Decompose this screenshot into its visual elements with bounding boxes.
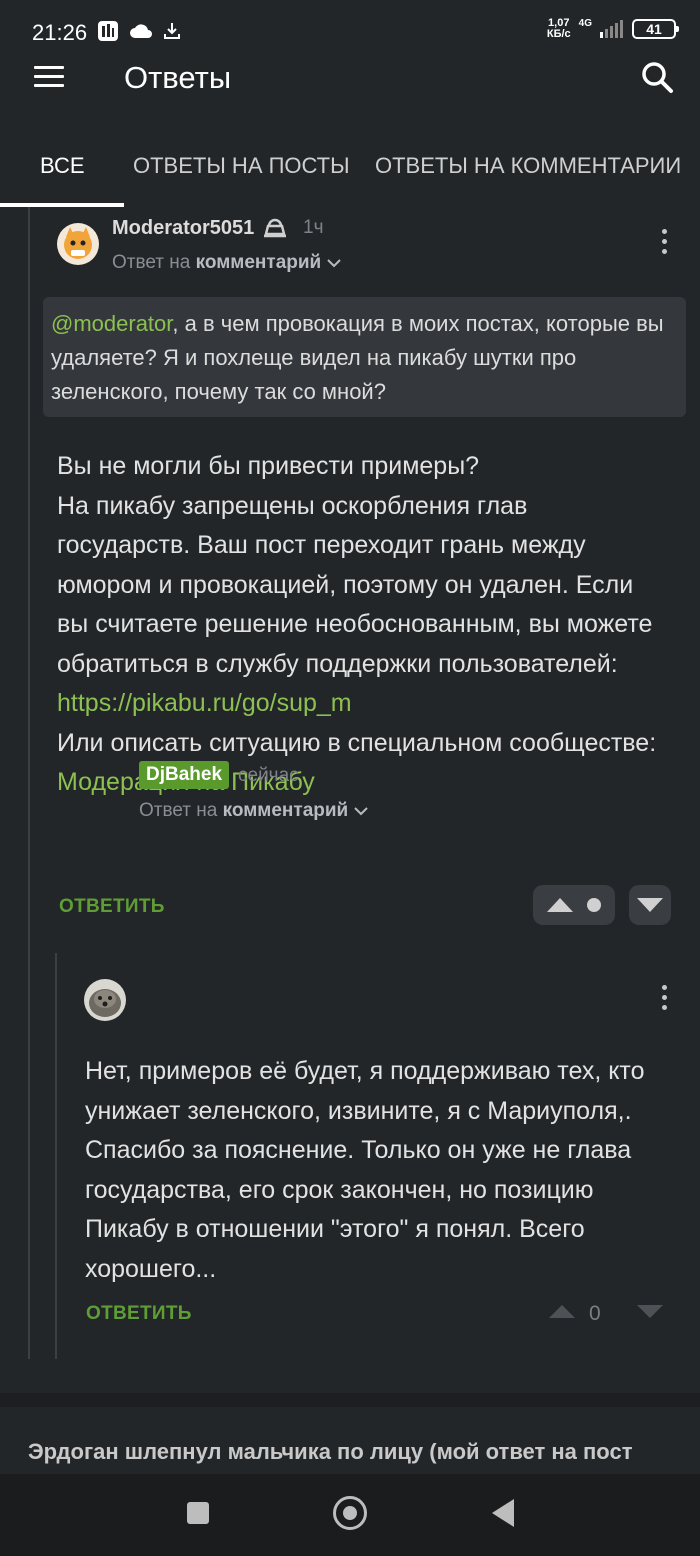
comment-more-icon[interactable] — [660, 229, 668, 259]
tab-post-replies[interactable]: ОТВЕТЫ НА ПОСТЫ — [133, 153, 350, 179]
comment-downvote-group — [629, 885, 671, 925]
moderator-badge-icon — [264, 218, 286, 238]
reply-rating: 0 — [589, 1302, 601, 1325]
feed-separator — [0, 1393, 700, 1407]
reply-time: сейчас — [238, 765, 299, 786]
network-speed: 1,07 КБ/с — [546, 17, 571, 40]
moderator-avatar[interactable] — [57, 223, 99, 265]
reply-upvote-icon[interactable] — [549, 1305, 575, 1318]
status-time: 21:26 — [32, 20, 88, 45]
quoted-comment: @moderator, а в чем провокация в моих по… — [43, 297, 686, 417]
tab-all[interactable]: ВСЕ — [40, 153, 85, 179]
reply-reply-button[interactable]: ОТВЕТИТЬ — [86, 1303, 192, 1325]
hamburger-menu-icon[interactable] — [34, 66, 64, 90]
reply-reply-meta[interactable]: Ответ на комментарий — [139, 800, 368, 822]
comment-upvote-group — [533, 885, 615, 925]
tab-comment-replies[interactable]: ОТВЕТЫ НА КОММЕНТАРИИ — [375, 153, 681, 179]
reply-button[interactable]: ОТВЕТИТЬ — [59, 896, 165, 918]
status-right-icons: 1,07 КБ/с 4G 41 — [546, 17, 679, 40]
chevron-down-icon — [353, 807, 368, 816]
downvote-icon[interactable] — [637, 898, 663, 912]
comment-body: Вы не могли бы привести примеры? На пика… — [57, 447, 667, 803]
app-notification-icon — [98, 21, 118, 41]
system-nav-bar — [0, 1474, 700, 1556]
reply-more-icon[interactable] — [660, 985, 668, 1015]
comment-time: 1ч — [303, 217, 324, 238]
replies-feed[interactable]: Moderator5051 1ч Ответ на комментарий @m… — [0, 207, 700, 1474]
battery-icon: 41 — [632, 19, 679, 39]
app-bar: Ответы — [0, 60, 700, 120]
upvote-icon[interactable] — [547, 898, 573, 912]
reply-downvote-icon[interactable] — [637, 1305, 663, 1318]
recent-apps-icon[interactable] — [187, 1502, 209, 1524]
download-icon — [164, 23, 180, 39]
rating-hidden-dot — [587, 898, 601, 912]
page-title: Ответы — [124, 60, 232, 95]
search-icon[interactable] — [640, 60, 674, 94]
reply-avatar[interactable] — [84, 979, 126, 1021]
reply-username[interactable]: DjBahek — [139, 761, 230, 789]
status-bar: 21:26 1,07 КБ/с 4G 41 — [0, 0, 700, 60]
comment-reply-meta[interactable]: Ответ на комментарий — [112, 252, 341, 274]
back-icon[interactable] — [492, 1499, 514, 1527]
network-type: 4G — [578, 17, 592, 29]
mention-link[interactable]: @moderator — [51, 311, 172, 336]
support-link[interactable]: https://pikabu.ru/go/sup_m — [57, 684, 667, 724]
status-notification-icons — [97, 20, 181, 42]
home-icon[interactable] — [333, 1496, 367, 1530]
chevron-down-icon — [326, 259, 341, 268]
comment-username[interactable]: Moderator5051 — [112, 217, 254, 240]
dog-avatar-icon — [84, 979, 126, 1021]
reply-body: Нет, примеров её будет, я поддерживаю те… — [85, 1057, 645, 1283]
tab-bar: ВСЕ ОТВЕТЫ НА ПОСТЫ ОТВЕТЫ НА КОММЕНТАРИ… — [0, 135, 700, 207]
signal-icon — [600, 20, 623, 38]
reply-thread-line — [55, 953, 57, 1359]
cat-avatar-icon — [57, 223, 99, 265]
thread-line — [28, 207, 30, 1359]
next-post-title[interactable]: Эрдоган шлепнул мальчика по лицу (мой от… — [28, 1439, 632, 1465]
cloud-icon — [130, 24, 152, 38]
